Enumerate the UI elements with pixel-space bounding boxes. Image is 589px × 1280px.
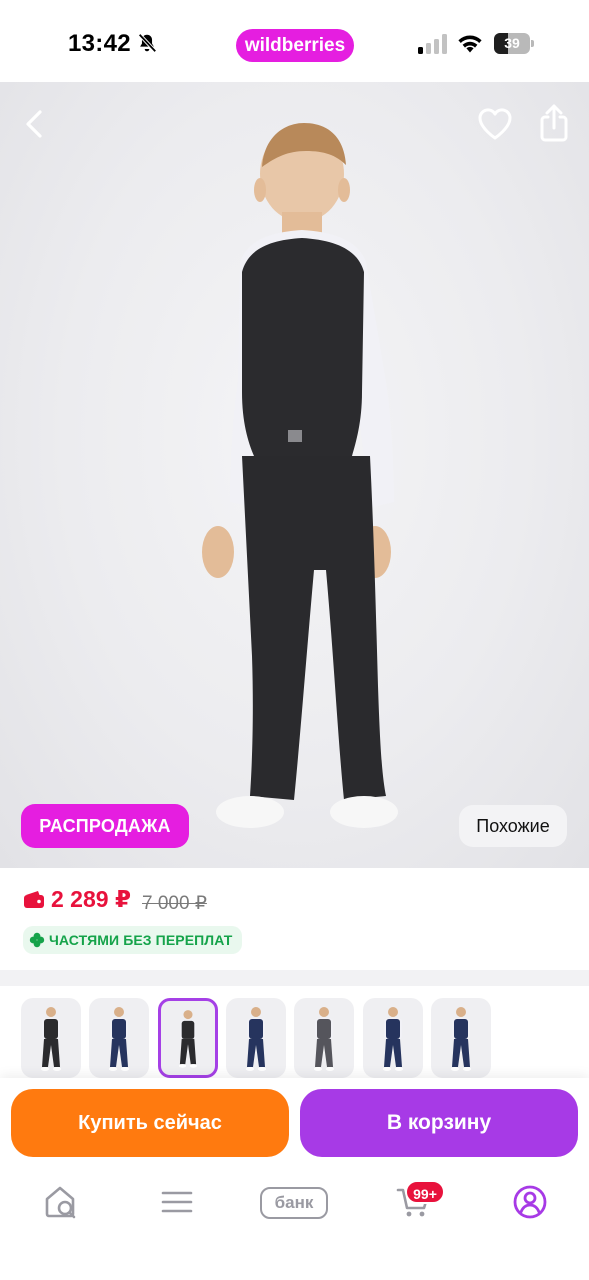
thumbnail-6[interactable] bbox=[362, 998, 423, 1078]
installment-badge[interactable]: ЧАСТЯМИ БЕЗ ПЕРЕПЛАТ bbox=[23, 926, 243, 954]
price-card: 2 289 ₽ 7 000 ₽ ЧАСТЯМИ БЕЗ ПЕРЕПЛАТ bbox=[0, 868, 589, 970]
thumbnail-image bbox=[450, 1007, 471, 1071]
thumbnail-5[interactable] bbox=[294, 998, 355, 1078]
home-search-icon[interactable] bbox=[42, 1184, 78, 1220]
battery-level: 39 bbox=[504, 35, 520, 51]
brand-logo[interactable]: wildberries bbox=[236, 29, 354, 62]
clover-icon bbox=[29, 932, 45, 948]
thumbnail-image bbox=[109, 1007, 130, 1071]
add-to-cart-button[interactable]: В корзину bbox=[300, 1089, 578, 1157]
status-time: 13:42 bbox=[68, 30, 131, 57]
wallet-icon bbox=[24, 891, 44, 908]
profile-icon[interactable] bbox=[512, 1184, 548, 1220]
share-icon[interactable] bbox=[536, 102, 572, 144]
back-icon[interactable] bbox=[16, 104, 52, 144]
action-bar: Купить сейчас В корзину bbox=[0, 1078, 589, 1170]
thumbnail-image bbox=[178, 1010, 197, 1068]
bell-off-icon bbox=[138, 33, 157, 53]
bank-tab[interactable]: банк bbox=[260, 1187, 328, 1219]
buy-now-button[interactable]: Купить сейчас bbox=[11, 1089, 289, 1157]
thumbnail-7[interactable] bbox=[430, 998, 491, 1078]
battery-icon: 39 bbox=[494, 33, 534, 54]
cart-count-badge: 99+ bbox=[405, 1180, 445, 1204]
thumbnail-3[interactable] bbox=[157, 998, 218, 1078]
section-divider bbox=[0, 970, 589, 986]
thumbnail-2[interactable] bbox=[89, 998, 150, 1078]
signal-icon bbox=[418, 34, 447, 54]
thumbnail-image bbox=[314, 1007, 335, 1071]
product-image[interactable]: РАСПРОДАЖА Похожие bbox=[0, 82, 589, 868]
thumbnail-image bbox=[382, 1007, 403, 1071]
menu-icon[interactable] bbox=[160, 1184, 194, 1220]
installment-text: ЧАСТЯМИ БЕЗ ПЕРЕПЛАТ bbox=[49, 932, 233, 948]
status-bar: 13:42 wildberries 39 bbox=[0, 0, 589, 82]
heart-icon[interactable] bbox=[476, 106, 514, 142]
thumbnail-strip bbox=[0, 986, 589, 1086]
thumbnail-image bbox=[41, 1007, 61, 1071]
thumbnail-1[interactable] bbox=[21, 998, 81, 1078]
thumbnail-image bbox=[245, 1007, 266, 1071]
price-old: 7 000 ₽ bbox=[142, 893, 207, 914]
product-photo-model bbox=[202, 123, 398, 828]
price-current: 2 289 ₽ bbox=[51, 886, 131, 912]
similar-button[interactable]: Похожие bbox=[459, 805, 567, 847]
thumbnail-4[interactable] bbox=[225, 998, 286, 1078]
bottom-nav: банк 99+ bbox=[0, 1170, 589, 1280]
sale-badge: РАСПРОДАЖА bbox=[21, 804, 189, 848]
wifi-icon bbox=[458, 35, 482, 53]
